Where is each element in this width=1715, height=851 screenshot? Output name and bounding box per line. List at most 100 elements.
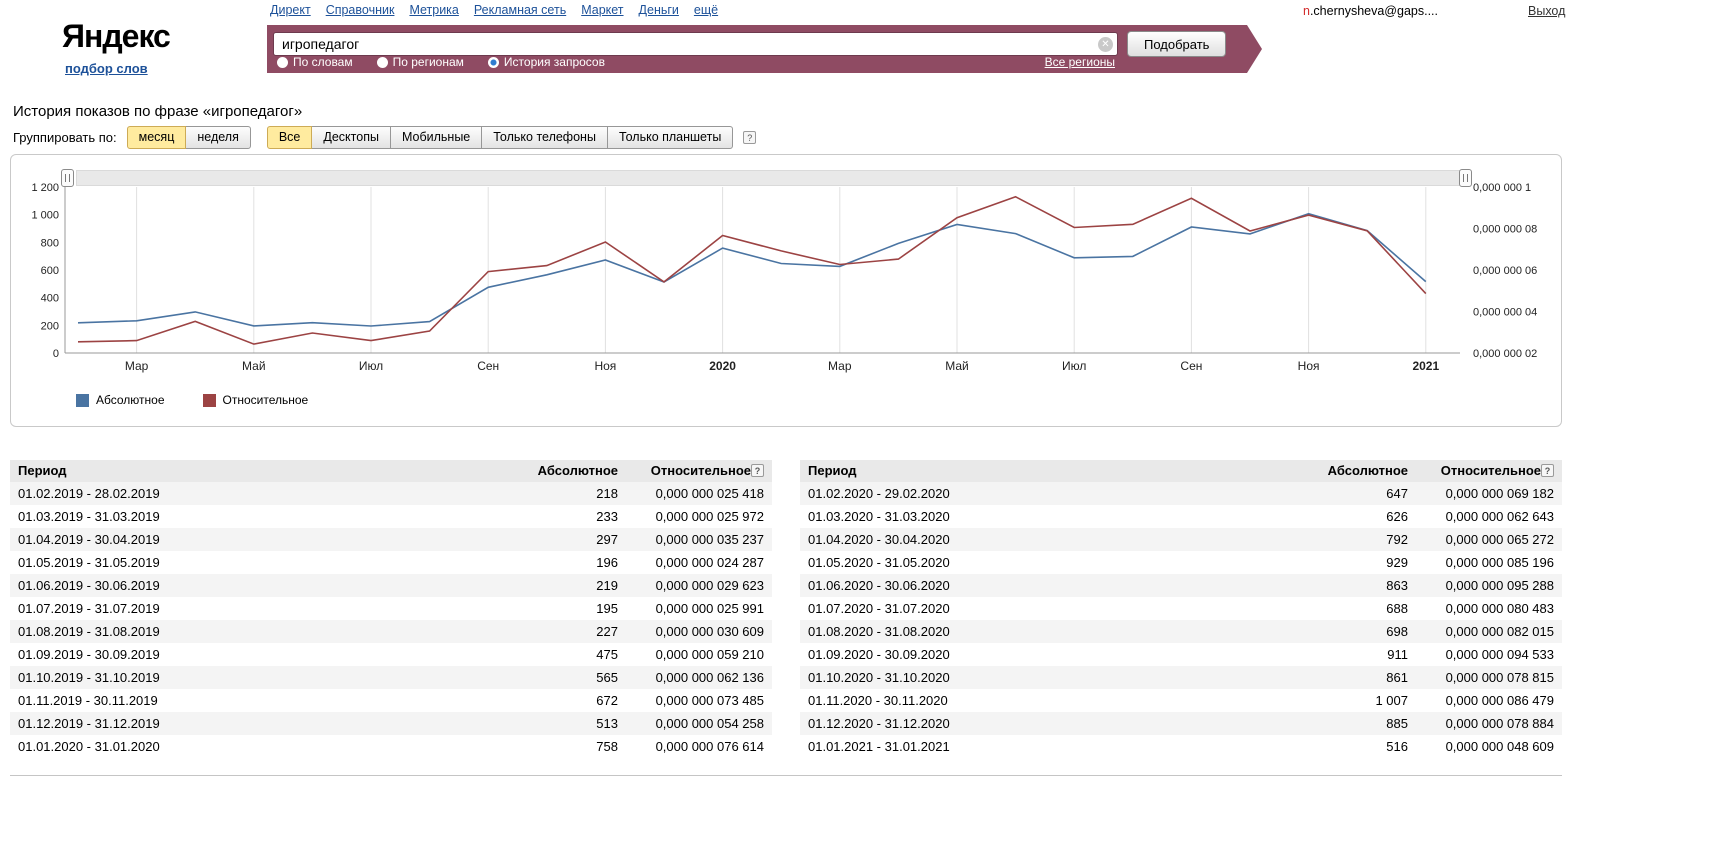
cell-relative: 0,000 000 025 418 (626, 482, 772, 505)
series-line-relative (78, 197, 1426, 344)
x-axis-tick: Сен (1180, 359, 1202, 373)
cell-period: 01.03.2019 - 31.03.2019 (10, 505, 506, 528)
search-modes: По словам По регионам История запросов (277, 55, 605, 69)
cell-period: 01.09.2019 - 30.09.2019 (10, 643, 506, 666)
table-row: 01.02.2019 - 28.02.20192180,000 000 025 … (10, 482, 772, 505)
cell-relative: 0,000 000 025 991 (626, 597, 772, 620)
table-row: 01.07.2019 - 31.07.20191950,000 000 025 … (10, 597, 772, 620)
mode-by-regions[interactable]: По регионам (377, 55, 464, 69)
search-band: ✕ Подобрать По словам По регионам Истори… (267, 25, 1262, 73)
table-row: 01.04.2019 - 30.04.20192970,000 000 035 … (10, 528, 772, 551)
x-axis-tick: Сен (477, 359, 499, 373)
cell-relative: 0,000 000 054 258 (626, 712, 772, 735)
wordstat-service-link[interactable]: подбор слов (65, 61, 148, 76)
y-axis-tick-left: 0 (53, 348, 59, 360)
table-header-row: Период Абсолютное Относительное? (800, 460, 1562, 482)
table-row: 01.01.2020 - 31.01.20207580,000 000 076 … (10, 735, 772, 758)
radio-icon (377, 57, 388, 68)
y-axis-tick-left: 1 000 (31, 210, 59, 222)
cell-period: 01.07.2020 - 31.07.2020 (800, 597, 1296, 620)
table-row: 01.10.2020 - 31.10.20208610,000 000 078 … (800, 666, 1562, 689)
cell-period: 01.08.2020 - 31.08.2020 (800, 620, 1296, 643)
cell-absolute: 792 (1296, 528, 1416, 551)
radio-icon (488, 57, 499, 68)
help-icon[interactable]: ? (751, 464, 764, 477)
nav-link-spravochnik[interactable]: Справочник (326, 3, 395, 17)
cell-absolute: 626 (1296, 505, 1416, 528)
cell-absolute: 233 (506, 505, 626, 528)
legend-swatch-relative (203, 394, 216, 407)
cell-relative: 0,000 000 030 609 (626, 620, 772, 643)
clear-icon[interactable]: ✕ (1098, 37, 1113, 52)
device-desktop-button[interactable]: Десктопы (311, 126, 391, 149)
cell-relative: 0,000 000 078 815 (1416, 666, 1562, 689)
logout-link[interactable]: Выход (1528, 4, 1565, 18)
submit-button[interactable]: Подобрать (1127, 31, 1226, 57)
table-header-row: Период Абсолютное Относительное? (10, 460, 772, 482)
mode-query-history[interactable]: История запросов (488, 55, 605, 69)
grip-icon (1463, 174, 1468, 182)
filters-row: Группировать по: месяц неделя Все Дескто… (13, 126, 756, 149)
y-axis-tick-right: 0,000 000 08 (1473, 224, 1537, 236)
group-week-button[interactable]: неделя (185, 126, 250, 149)
history-table-2020: Период Абсолютное Относительное? 01.02.2… (800, 460, 1562, 758)
table-row: 01.07.2020 - 31.07.20206880,000 000 080 … (800, 597, 1562, 620)
cell-period: 01.11.2019 - 30.11.2019 (10, 689, 506, 712)
y-axis-tick-left: 600 (41, 265, 59, 277)
nav-link-money[interactable]: Деньги (639, 3, 679, 17)
table-row: 01.11.2020 - 30.11.20201 0070,000 000 08… (800, 689, 1562, 712)
y-axis-tick-right: 0,000 000 06 (1473, 265, 1537, 277)
cell-absolute: 196 (506, 551, 626, 574)
cell-period: 01.11.2020 - 30.11.2020 (800, 689, 1296, 712)
cell-relative: 0,000 000 076 614 (626, 735, 772, 758)
help-icon[interactable]: ? (743, 131, 756, 144)
group-month-button[interactable]: месяц (127, 126, 187, 149)
cell-absolute: 565 (506, 666, 626, 689)
cell-period: 01.05.2020 - 31.05.2020 (800, 551, 1296, 574)
table-row: 01.11.2019 - 30.11.20196720,000 000 073 … (10, 689, 772, 712)
all-regions-link[interactable]: Все регионы (1045, 55, 1115, 69)
cell-period: 01.10.2020 - 31.10.2020 (800, 666, 1296, 689)
table-row: 01.03.2020 - 31.03.20206260,000 000 062 … (800, 505, 1562, 528)
device-tablets-only-button[interactable]: Только планшеты (607, 126, 733, 149)
nav-link-metrika[interactable]: Метрика (409, 3, 458, 17)
mode-label: По словам (293, 55, 353, 69)
x-axis-tick: Май (945, 359, 969, 373)
legend-item-relative: Относительное (203, 393, 309, 407)
header-absolute: Абсолютное (1296, 460, 1416, 482)
header-absolute: Абсолютное (506, 460, 626, 482)
range-slider-handle-left[interactable] (61, 169, 74, 187)
account-username-rest: .chernysheva@gaps.... (1310, 4, 1438, 18)
cell-period: 01.01.2020 - 31.01.2020 (10, 735, 506, 758)
x-axis-tick: 2021 (1412, 359, 1439, 373)
help-icon[interactable]: ? (1541, 464, 1554, 477)
range-slider-handle-right[interactable] (1459, 169, 1472, 187)
nav-link-market[interactable]: Маркет (581, 3, 623, 17)
account-username[interactable]: n.chernysheva@gaps.... (1303, 4, 1438, 18)
table-row: 01.08.2019 - 31.08.20192270,000 000 030 … (10, 620, 772, 643)
y-axis-tick-left: 1 200 (31, 182, 59, 194)
legend-label: Абсолютное (96, 393, 165, 407)
yandex-logo[interactable]: Яндекс (62, 18, 170, 55)
cell-absolute: 513 (506, 712, 626, 735)
mode-by-words[interactable]: По словам (277, 55, 353, 69)
legend-label: Относительное (223, 393, 309, 407)
cell-period: 01.06.2020 - 30.06.2020 (800, 574, 1296, 597)
nav-link-more[interactable]: ещё (694, 3, 718, 17)
cell-relative: 0,000 000 080 483 (1416, 597, 1562, 620)
x-axis-tick: Ноя (1298, 359, 1320, 373)
device-mobile-button[interactable]: Мобильные (390, 126, 482, 149)
table-row: 01.12.2019 - 31.12.20195130,000 000 054 … (10, 712, 772, 735)
nav-link-ad-network[interactable]: Рекламная сеть (474, 3, 566, 17)
cell-relative: 0,000 000 095 288 (1416, 574, 1562, 597)
x-axis-tick: 2020 (709, 359, 736, 373)
cell-period: 01.01.2021 - 31.01.2021 (800, 735, 1296, 758)
cell-relative: 0,000 000 073 485 (626, 689, 772, 712)
nav-link-direct[interactable]: Директ (270, 3, 311, 17)
cell-absolute: 861 (1296, 666, 1416, 689)
cell-absolute: 929 (1296, 551, 1416, 574)
device-all-button[interactable]: Все (267, 126, 313, 149)
table-row: 01.01.2021 - 31.01.20215160,000 000 048 … (800, 735, 1562, 758)
search-input[interactable] (273, 32, 1118, 56)
device-phones-only-button[interactable]: Только телефоны (481, 126, 608, 149)
